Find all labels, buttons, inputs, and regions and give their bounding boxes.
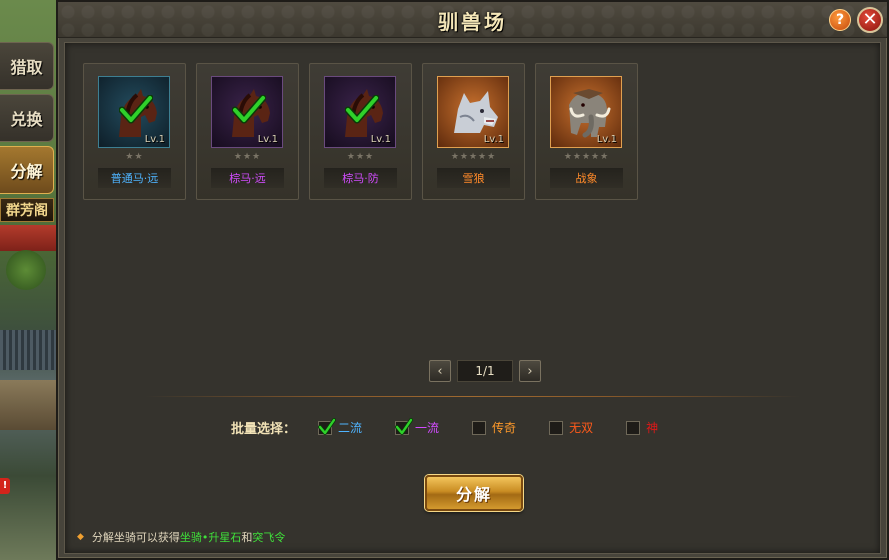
batch-option[interactable]: 一流	[395, 417, 440, 436]
hint-prefix: 分解坐骑可以获得	[91, 531, 180, 544]
mount-card[interactable]: Lv.1 ★★★ 棕马·远	[196, 63, 299, 200]
mount-stars: ★★★★★	[563, 152, 610, 162]
window-title: 驯兽场	[438, 10, 507, 34]
batch-checkbox[interactable]	[549, 420, 564, 435]
batch-select-label: 批量选择：	[231, 422, 297, 437]
title-bar: 驯兽场 ? ✕	[58, 2, 887, 38]
mount-portrait[interactable]: Lv.1	[324, 76, 396, 148]
batch-select: 批量选择： 二流 一流 传奇 无双 神	[231, 417, 691, 437]
batch-option[interactable]: 二流	[318, 417, 363, 436]
mount-card[interactable]: Lv.1 ★★★ 棕马·防	[309, 63, 412, 200]
mount-name: 棕马·远	[211, 168, 284, 188]
wall	[0, 380, 60, 430]
tab-exchange[interactable]: 兑换	[0, 94, 54, 142]
help-button[interactable]: ?	[829, 9, 851, 31]
mount-card-list: Lv.1 ★★ 普通马·远 Lv.1 ★★★ 棕马·远 Lv.1 ★★★ 棕马·防 Lv.1 ★★★…	[83, 63, 638, 200]
mount-card[interactable]: Lv.1 ★★★★★ 雪狼	[422, 63, 525, 200]
divider	[145, 396, 800, 397]
mount-level: Lv.1	[257, 134, 278, 145]
decompose-button[interactable]: 分解	[425, 475, 523, 511]
mount-name: 棕马·防	[324, 168, 397, 188]
mount-portrait[interactable]: Lv.1	[437, 76, 509, 148]
mount-level: Lv.1	[483, 134, 504, 145]
mount-portrait[interactable]: Lv.1	[98, 76, 170, 148]
mount-name: 雪狼	[437, 168, 510, 188]
hint-text: ◆ 分解坐骑可以获得 坐骑•升星石 和 突飞令	[77, 529, 285, 545]
batch-checkbox[interactable]	[472, 420, 487, 435]
page-indicator: 1/1	[457, 360, 513, 382]
batch-option-label: 神	[646, 421, 659, 435]
close-button[interactable]: ✕	[857, 7, 883, 33]
hint-item-star-stone: 坐骑•升星石	[179, 531, 242, 544]
mount-name: 战象	[550, 168, 623, 188]
tiled-roof	[0, 330, 60, 370]
selected-check-icon	[231, 94, 267, 125]
batch-options: 二流 一流 传奇 无双 神	[318, 417, 691, 436]
batch-checkbox[interactable]	[626, 420, 641, 435]
mount-name: 普通马·远	[98, 168, 171, 188]
mount-level: Lv.1	[370, 134, 391, 145]
mount-stars: ★★★★★	[450, 152, 497, 162]
batch-checkbox[interactable]	[395, 417, 414, 435]
batch-option-label: 二流	[338, 421, 363, 435]
pagination: ‹ 1/1 ›	[429, 360, 541, 382]
tab-hunt[interactable]: 猎取	[0, 42, 54, 90]
mount-card[interactable]: Lv.1 ★★★★★ 战象	[535, 63, 638, 200]
tab-decompose[interactable]: 分解	[0, 146, 54, 194]
beast-arena-window: 驯兽场 ? ✕ Lv.1 ★★ 普通马·远 Lv.1 ★★★ 棕马·远 Lv.1 ★★★ 棕马·…	[56, 0, 889, 560]
batch-option[interactable]: 无双	[549, 419, 593, 436]
side-tabs: 猎取 兑换 分解	[0, 42, 58, 198]
red-roof	[0, 225, 60, 251]
content-panel: Lv.1 ★★ 普通马·远 Lv.1 ★★★ 棕马·远 Lv.1 ★★★ 棕马·防 Lv.1 ★★★…	[64, 42, 881, 554]
mount-level: Lv.1	[144, 134, 165, 145]
mount-stars: ★★★	[233, 152, 262, 162]
mount-portrait[interactable]: Lv.1	[211, 76, 283, 148]
next-page-button[interactable]: ›	[519, 360, 541, 382]
prev-page-button[interactable]: ‹	[429, 360, 451, 382]
batch-checkbox[interactable]	[318, 417, 337, 435]
selected-check-icon	[118, 94, 154, 125]
mount-stars: ★★★	[346, 152, 375, 162]
hint-joiner: 和	[241, 531, 253, 544]
batch-option-label: 一流	[415, 421, 440, 435]
hint-bullet-icon: ◆	[77, 532, 84, 542]
mount-level: Lv.1	[596, 134, 617, 145]
selected-check-icon	[344, 94, 380, 125]
tree	[6, 250, 46, 290]
alert-badge[interactable]: !	[0, 478, 10, 494]
mount-card[interactable]: Lv.1 ★★ 普通马·远	[83, 63, 186, 200]
batch-option-label: 无双	[569, 421, 594, 435]
batch-option[interactable]: 神	[626, 419, 658, 436]
mount-portrait[interactable]: Lv.1	[550, 76, 622, 148]
batch-option-label: 传奇	[492, 421, 517, 435]
mount-stars: ★★	[125, 152, 144, 162]
building-sign: 群芳阁	[0, 198, 54, 222]
hint-item-leap-token: 突飞令	[252, 531, 286, 544]
batch-option[interactable]: 传奇	[472, 419, 516, 436]
